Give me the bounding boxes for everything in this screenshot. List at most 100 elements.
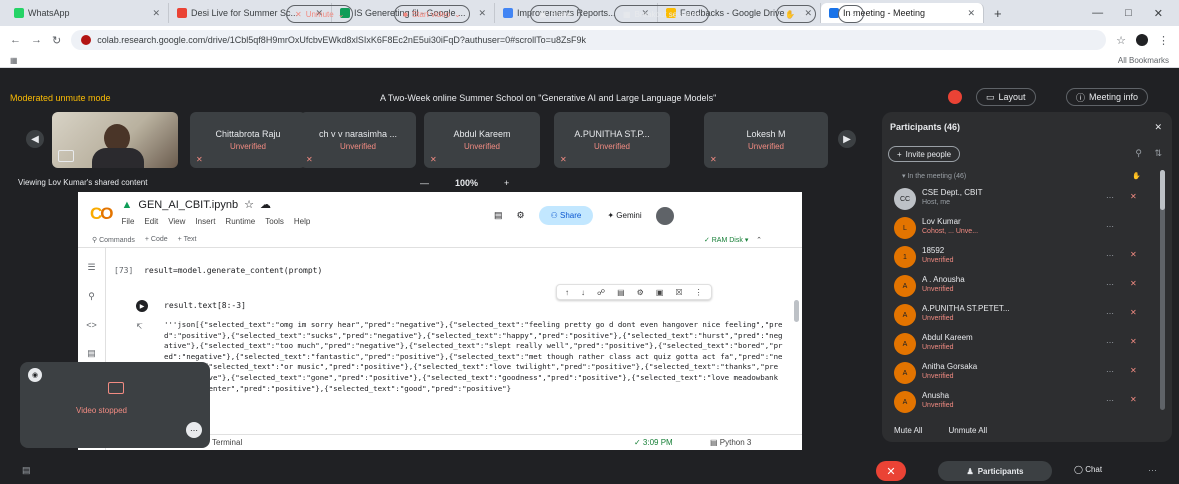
- minimize-icon[interactable]: —: [1092, 7, 1103, 20]
- strip-next-arrow-icon[interactable]: ▶: [838, 130, 856, 148]
- colab-menu-item[interactable]: Insert: [195, 217, 215, 226]
- colab-avatar[interactable]: [655, 206, 674, 225]
- find-icon[interactable]: ⚲: [88, 291, 95, 302]
- chat-button[interactable]: ◯ Chat: [1074, 465, 1102, 474]
- leave-call-button[interactable]: ✕: [876, 461, 906, 481]
- terminal-button[interactable]: Terminal: [212, 438, 242, 447]
- video-chevron-icon[interactable]: ⌄: [454, 10, 461, 19]
- ram-disk-indicator[interactable]: ✓ RAM Disk ▾ ⌃: [704, 236, 762, 244]
- participant-mic-off-icon[interactable]: ✕: [1130, 192, 1137, 201]
- colab-menu-item[interactable]: Help: [294, 217, 310, 226]
- participant-more-icon[interactable]: ⋯: [1106, 280, 1114, 289]
- back-icon[interactable]: ←: [10, 34, 21, 46]
- participants-button[interactable]: ♟ Participants: [938, 461, 1052, 481]
- participant-more-icon[interactable]: ⋯: [1106, 309, 1114, 318]
- code-snippets-icon[interactable]: <>: [86, 320, 97, 330]
- participant-mic-off-icon[interactable]: ✕: [1130, 250, 1137, 259]
- maximize-icon[interactable]: □: [1125, 7, 1132, 20]
- bookmark-star-icon[interactable]: ☆: [1116, 34, 1126, 47]
- unmute-button[interactable]: ✕ Unmute ⌄: [286, 5, 354, 23]
- participant-mic-off-icon[interactable]: ✕: [1130, 308, 1137, 317]
- mirror-icon[interactable]: ▣: [656, 288, 664, 297]
- participant-mic-off-icon[interactable]: ✕: [1130, 337, 1137, 346]
- share-button[interactable]: ▣ Share: [530, 5, 581, 23]
- more-controls-button[interactable]: ⋯: [838, 5, 864, 23]
- link-icon[interactable]: ☍: [597, 288, 605, 297]
- zoom-out-button[interactable]: —: [420, 178, 429, 188]
- meeting-info-button[interactable]: ⓘ Meeting info: [1066, 88, 1149, 106]
- url-input[interactable]: colab.research.google.com/drive/1Cbl5qf8…: [71, 30, 1107, 50]
- participant-row[interactable]: A Abdul Kareem Unverified ⋯ ✕: [894, 331, 1152, 357]
- tab-close-icon[interactable]: ✕: [967, 8, 975, 19]
- participant-tile[interactable]: Abdul Kareem Unverified ✕: [424, 112, 540, 168]
- code-cell-1[interactable]: [73] result=model.generate_content(promp…: [114, 266, 322, 275]
- profile-icon[interactable]: [1136, 34, 1148, 46]
- participant-mic-off-icon[interactable]: ✕: [1130, 279, 1137, 288]
- participant-mic-off-icon[interactable]: ✕: [1130, 395, 1137, 404]
- participant-row[interactable]: L Lov Kumar Cohost, ... Unve... ⋯: [894, 215, 1152, 241]
- mute-all-button[interactable]: Mute All: [894, 426, 922, 435]
- panel-scroll-thumb[interactable]: [1160, 170, 1165, 210]
- gemini-button[interactable]: ✦ Gemini: [607, 211, 641, 220]
- site-info-icon[interactable]: [81, 35, 92, 45]
- participant-row[interactable]: CC CSE Dept., CBIT Host, me ⋯ ✕: [894, 186, 1152, 212]
- participant-row[interactable]: A Anusha Unverified ⋯ ✕: [894, 389, 1152, 415]
- bottom-more-icon[interactable]: ⋯: [1148, 465, 1157, 476]
- participant-more-icon[interactable]: ⋯: [1106, 367, 1114, 376]
- output-icon[interactable]: ↸: [136, 322, 143, 331]
- zoom-in-button[interactable]: +: [504, 178, 509, 188]
- colab-share-button[interactable]: ⚇ Share: [538, 206, 594, 225]
- cell-more-icon[interactable]: ⋮: [695, 288, 703, 297]
- notebook-file-name[interactable]: GEN_AI_CBIT.ipynb: [138, 199, 238, 211]
- tab-close-icon[interactable]: ✕: [152, 8, 160, 19]
- pin-icon[interactable]: ◉: [28, 368, 42, 382]
- commands-search[interactable]: ⚲ Commands: [92, 236, 135, 244]
- colab-menu-item[interactable]: View: [168, 217, 185, 226]
- colab-menu-item[interactable]: Edit: [144, 217, 158, 226]
- delete-icon[interactable]: ☒: [675, 288, 682, 297]
- output-scrollbar[interactable]: [794, 300, 799, 322]
- participant-mic-off-icon[interactable]: ✕: [1130, 366, 1137, 375]
- participant-more-icon[interactable]: ⋯: [1106, 338, 1114, 347]
- participant-more-icon[interactable]: ⋯: [1106, 193, 1114, 202]
- add-text-button[interactable]: + Text: [178, 236, 197, 243]
- participant-more-icon[interactable]: ⋯: [1106, 396, 1114, 405]
- participant-tile[interactable]: A.PUNITHA ST.P... Unverified ✕: [554, 112, 670, 168]
- participant-row[interactable]: A A . Anousha Unverified ⋯ ✕: [894, 273, 1152, 299]
- settings-icon[interactable]: ⚙: [517, 210, 525, 221]
- unmute-all-button[interactable]: Unmute All: [948, 426, 987, 435]
- participant-tile[interactable]: Lokesh M Unverified ✕: [704, 112, 828, 168]
- close-window-icon[interactable]: ✕: [1154, 7, 1163, 20]
- cell-settings-icon[interactable]: ⚙: [637, 288, 644, 297]
- forward-icon[interactable]: →: [31, 34, 42, 46]
- in-meeting-header[interactable]: ▾ In the meeting (46) ✋: [902, 172, 1141, 180]
- reactions-button[interactable]: ✋ ☺: [776, 5, 817, 23]
- comment-cell-icon[interactable]: ▤: [617, 288, 625, 297]
- colab-menu-item[interactable]: Tools: [265, 217, 284, 226]
- panel-scrollbar[interactable]: [1160, 170, 1165, 410]
- collapse-icon[interactable]: ⌃: [756, 237, 762, 244]
- toc-icon[interactable]: ☰: [87, 262, 95, 273]
- tab-close-icon[interactable]: ✕: [478, 8, 486, 19]
- sort-icon[interactable]: ⇅: [1154, 148, 1162, 159]
- apps-icon[interactable]: ▦: [10, 56, 18, 65]
- preview-more-icon[interactable]: ⋯: [186, 422, 202, 438]
- participant-tile[interactable]: Chittabrota Raju Unverified ✕: [190, 112, 306, 168]
- files-icon[interactable]: ▤: [87, 348, 96, 359]
- move-down-icon[interactable]: ↓: [581, 288, 585, 297]
- participant-tile[interactable]: ch v v narasimha ... Unverified ✕: [300, 112, 416, 168]
- keyboard-icon[interactable]: ▤: [22, 465, 31, 476]
- move-up-icon[interactable]: ↑: [565, 288, 569, 297]
- breakout-sessions-button[interactable]: ▦ Breakout sessions: [614, 5, 709, 23]
- all-bookmarks-link[interactable]: All Bookmarks: [1118, 56, 1169, 65]
- star-icon[interactable]: ☆: [244, 198, 254, 211]
- colab-menu-item[interactable]: Runtime: [225, 217, 255, 226]
- unmute-chevron-icon[interactable]: ⌄: [338, 10, 345, 19]
- run-cell-icon[interactable]: ▶: [136, 300, 148, 312]
- comment-icon[interactable]: ▤: [494, 210, 503, 221]
- participant-row[interactable]: A Anitha Gorsaka Unverified ⋯ ✕: [894, 360, 1152, 386]
- participant-more-icon[interactable]: ⋯: [1106, 251, 1114, 260]
- browser-tab[interactable]: WhatsApp ✕: [6, 3, 169, 23]
- new-tab-button[interactable]: +: [984, 6, 1012, 21]
- participant-row[interactable]: A A.PUNITHA ST.PETET... Unverified ⋯ ✕: [894, 302, 1152, 328]
